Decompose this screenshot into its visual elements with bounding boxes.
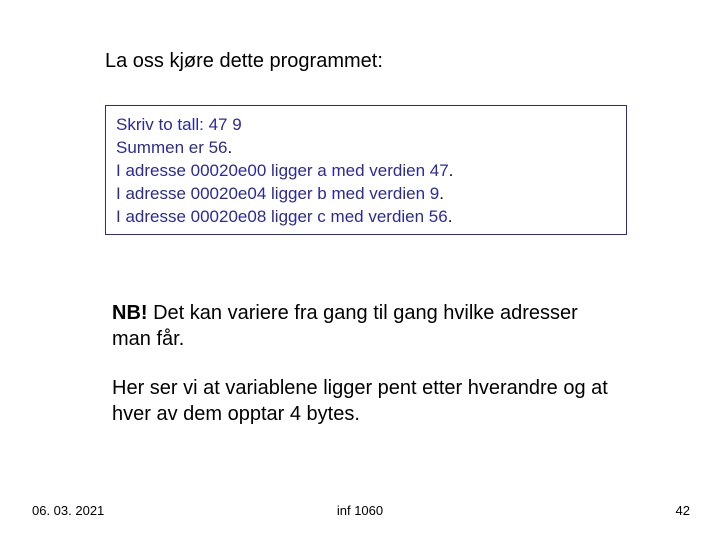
output-text: I adresse 00020e08 ligger c med verdien … (116, 207, 448, 226)
nb-text: Det kan variere fra gang til gang hvilke… (112, 302, 578, 350)
nb-label: NB! (112, 302, 148, 324)
output-text: Summen er 56 (116, 138, 228, 157)
output-line: I adresse 00020e04 ligger b med verdien … (116, 183, 616, 206)
slide-heading: La oss kjøre dette programmet: (105, 50, 383, 73)
output-line: I adresse 00020e08 ligger c med verdien … (116, 206, 616, 229)
output-dot: . (439, 184, 444, 203)
note-nb: NB! Det kan variere fra gang til gang hv… (112, 300, 602, 352)
output-dot: . (449, 161, 454, 180)
output-text: I adresse 00020e00 ligger a med verdien … (116, 161, 449, 180)
output-line: I adresse 00020e00 ligger a med verdien … (116, 160, 616, 183)
program-output-box: Skriv to tall: 47 9 Summen er 56. I adre… (105, 105, 627, 235)
note-paragraph: Her ser vi at variablene ligger pent ett… (112, 375, 632, 427)
output-dot: . (448, 207, 453, 226)
output-line: Summen er 56. (116, 137, 616, 160)
footer-page-number: 42 (676, 503, 690, 518)
output-dot: . (228, 138, 233, 157)
output-text: Skriv to tall: 47 9 (116, 115, 242, 134)
output-line: Skriv to tall: 47 9 (116, 114, 616, 137)
output-text: I adresse 00020e04 ligger b med verdien … (116, 184, 439, 203)
slide: La oss kjøre dette programmet: Skriv to … (0, 0, 720, 540)
footer-course: inf 1060 (0, 503, 720, 518)
